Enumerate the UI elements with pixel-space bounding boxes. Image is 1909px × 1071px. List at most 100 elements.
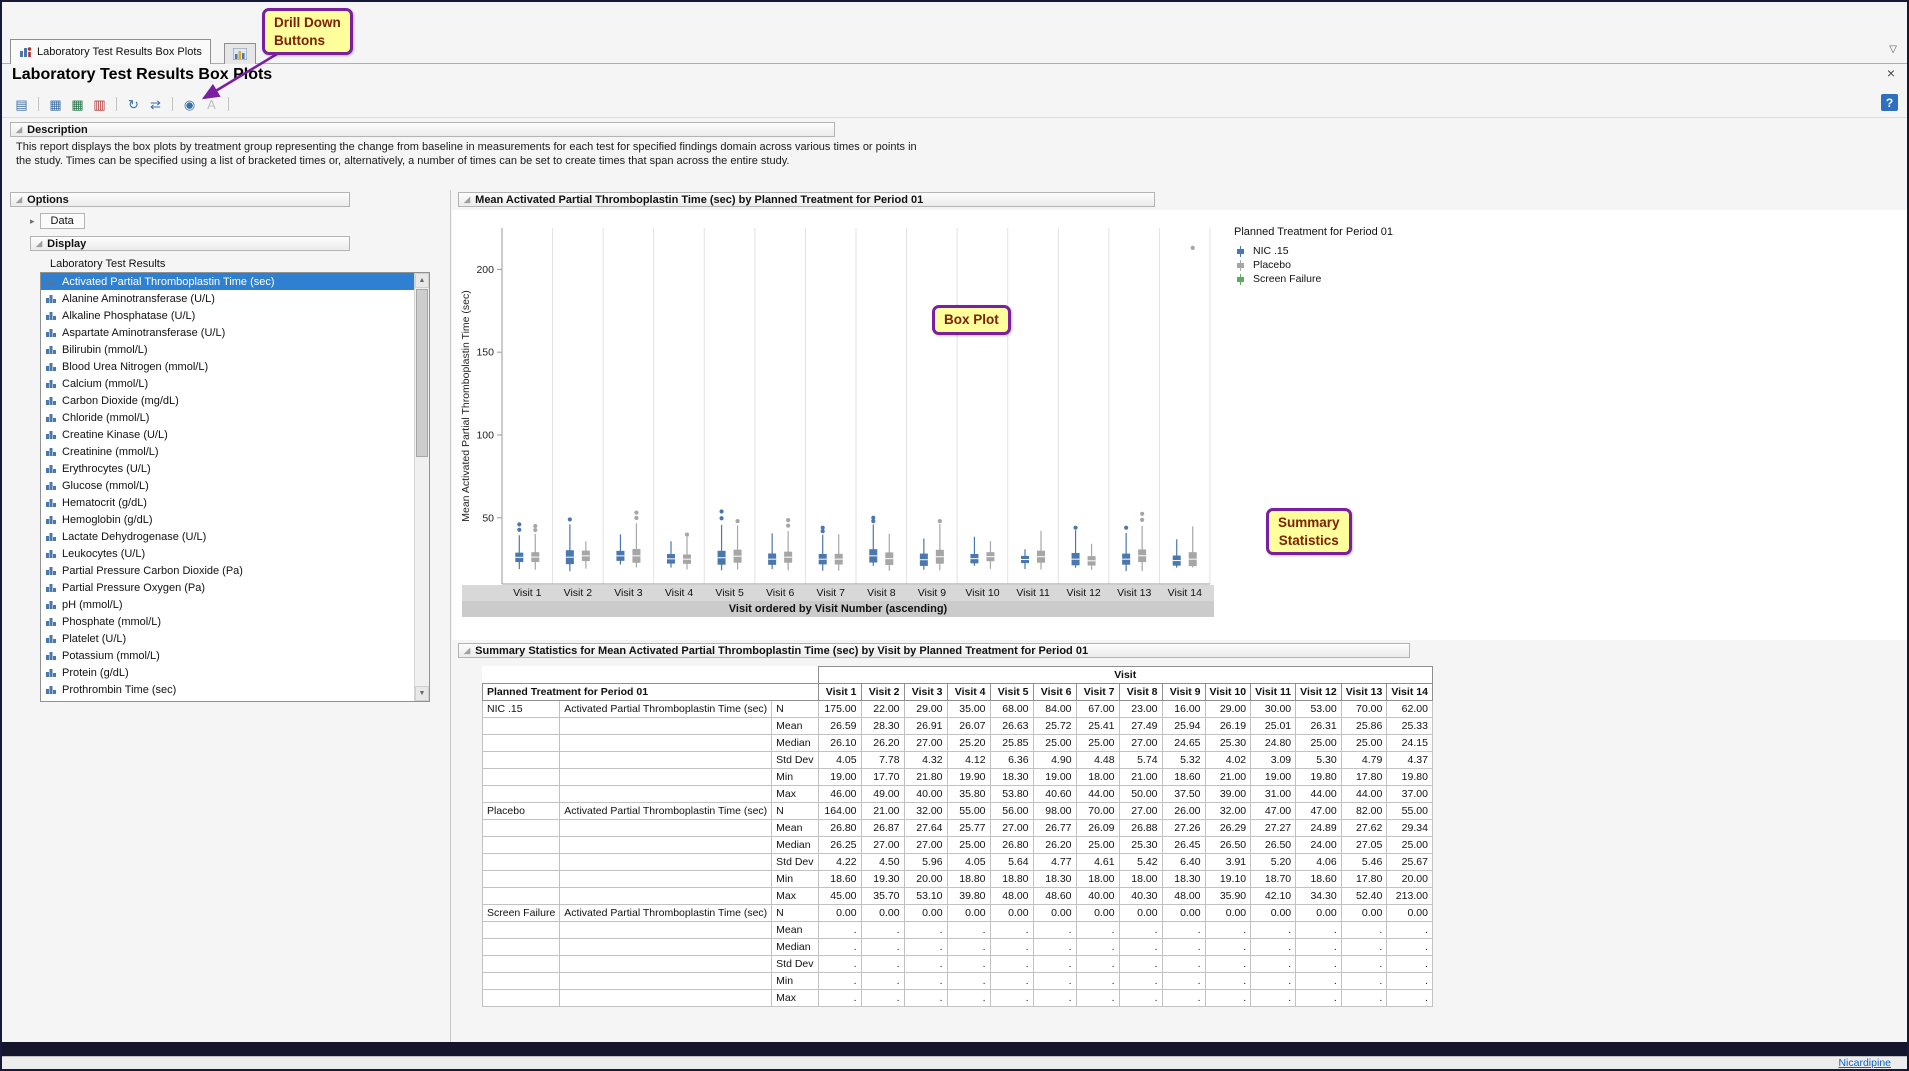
help-button[interactable]: ? — [1881, 94, 1898, 111]
x-axis-tick-label: Visit 7 — [805, 587, 856, 599]
tab-overflow-icon[interactable]: ▽ — [1889, 44, 1897, 55]
collapse-triangle-icon[interactable]: ◢ — [16, 126, 22, 134]
list-item-lab-test[interactable]: Blood Urea Nitrogen (mmol/L) — [41, 358, 429, 375]
options-outline-header[interactable]: ◢ Options — [10, 192, 350, 207]
scroll-up-icon[interactable]: ▲ — [415, 273, 429, 288]
study-link[interactable]: Nicardipine — [1838, 1057, 1891, 1069]
list-item-lab-test[interactable]: Protein (g/dL) — [41, 664, 429, 681]
list-item-label: Alanine Aminotransferase (U/L) — [62, 293, 215, 305]
stat-value-cell: 5.20 — [1251, 854, 1296, 871]
close-icon[interactable]: × — [1887, 65, 1895, 81]
list-item-lab-test[interactable]: pH (mmol/L) — [41, 596, 429, 613]
export-pdf-button[interactable]: ▥ — [90, 95, 109, 113]
drill-down-button-2[interactable]: A — [202, 95, 221, 113]
stat-row: Mean26.8026.8727.6425.7727.0026.7726.092… — [483, 820, 1433, 837]
collapse-triangle-icon[interactable]: ◢ — [36, 240, 42, 248]
collapse-triangle-icon[interactable]: ◢ — [464, 196, 470, 204]
list-item-lab-test[interactable]: Carbon Dioxide (mg/dL) — [41, 392, 429, 409]
description-text-line1: This report displays the box plots by tr… — [16, 141, 917, 153]
list-item-lab-test[interactable]: Glucose (mmol/L) — [41, 477, 429, 494]
stat-value-cell: 55.00 — [1387, 803, 1433, 820]
stat-label-cell: Min — [772, 973, 818, 990]
visit-span-row: Visit — [483, 667, 1433, 684]
list-item-lab-test[interactable]: Partial Pressure Oxygen (Pa) — [41, 579, 429, 596]
bottom-dark-bar — [2, 1042, 1907, 1056]
x-axis-tick-label: Visit 6 — [755, 587, 806, 599]
stat-value-cell: 46.00 — [818, 786, 861, 803]
collapse-triangle-icon[interactable]: ◢ — [464, 647, 470, 655]
test-cell: Activated Partial Thromboplastin Time (s… — [560, 701, 772, 718]
export-excel-button[interactable]: ▦ — [68, 95, 87, 113]
chart-outline-header[interactable]: ◢ Mean Activated Partial Thromboplastin … — [458, 192, 1155, 207]
stat-value-cell: 18.30 — [990, 769, 1033, 786]
list-item-lab-test[interactable]: Prothrombin Time (sec) — [41, 681, 429, 698]
spacer-cell — [483, 667, 819, 684]
tab-chart[interactable] — [224, 43, 256, 64]
stat-value-cell: 18.30 — [1162, 871, 1205, 888]
list-item-lab-test[interactable]: Lactate Dehydrogenase (U/L) — [41, 528, 429, 545]
toolbar-divider — [2, 117, 1907, 118]
list-item-lab-test[interactable]: Creatinine (mmol/L) — [41, 443, 429, 460]
drill-down-button-1[interactable]: ◉ — [180, 95, 199, 113]
list-item-lab-test[interactable]: Aspartate Aminotransferase (U/L) — [41, 324, 429, 341]
stat-value-cell: . — [1387, 956, 1433, 973]
lab-test-listbox[interactable]: Activated Partial Thromboplastin Time (s… — [40, 272, 430, 702]
stat-value-cell: 32.00 — [1205, 803, 1251, 820]
list-item-lab-test[interactable]: Hematocrit (g/dL) — [41, 494, 429, 511]
stat-value-cell: 25.30 — [1205, 735, 1251, 752]
export-table-button[interactable]: ▦ — [46, 95, 65, 113]
stat-value-cell: . — [904, 973, 947, 990]
stat-value-cell: 26.20 — [1033, 837, 1076, 854]
legend-entry[interactable]: Screen Failure — [1234, 272, 1393, 286]
rerun-button[interactable]: ⇄ — [146, 95, 165, 113]
stat-value-cell: 22.00 — [861, 701, 904, 718]
list-item-lab-test[interactable]: Activated Partial Thromboplastin Time (s… — [41, 273, 429, 290]
scrollbar-thumb[interactable] — [416, 289, 428, 457]
list-item-lab-test[interactable]: Alanine Aminotransferase (U/L) — [41, 290, 429, 307]
list-item-lab-test[interactable]: Erythrocytes (U/L) — [41, 460, 429, 477]
stat-value-cell: . — [818, 939, 861, 956]
stat-value-cell: 0.00 — [818, 905, 861, 922]
list-item-lab-test[interactable]: Platelet (U/L) — [41, 630, 429, 647]
scroll-down-icon[interactable]: ▼ — [415, 686, 429, 701]
tab-lab-test-results[interactable]: Laboratory Test Results Box Plots — [10, 39, 211, 64]
stat-value-cell: 25.00 — [1033, 735, 1076, 752]
data-section-row[interactable]: ▸ Data — [30, 213, 85, 229]
distribution-icon — [45, 344, 57, 355]
list-item-lab-test[interactable]: Hemoglobin (g/dL) — [41, 511, 429, 528]
stat-value-cell: . — [1162, 939, 1205, 956]
callout-text: Buttons — [274, 32, 341, 50]
list-item-lab-test[interactable]: Leukocytes (U/L) — [41, 545, 429, 562]
list-item-lab-test[interactable]: Potassium (mmol/L) — [41, 647, 429, 664]
stat-value-cell: 4.05 — [818, 752, 861, 769]
list-item-lab-test[interactable]: Phosphate (mmol/L) — [41, 613, 429, 630]
stat-row: Std Dev4.224.505.964.055.644.774.615.426… — [483, 854, 1433, 871]
list-scrollbar[interactable]: ▲ ▼ — [414, 273, 429, 701]
list-item-lab-test[interactable]: Creatine Kinase (U/L) — [41, 426, 429, 443]
open-report-button-icon: ▤ — [15, 98, 27, 111]
stat-value-cell: 27.26 — [1162, 820, 1205, 837]
summary-outline-header[interactable]: ◢ Summary Statistics for Mean Activated … — [458, 643, 1410, 658]
collapse-triangle-icon[interactable]: ◢ — [16, 196, 22, 204]
stat-value-cell: 25.00 — [1341, 735, 1387, 752]
legend-entry[interactable]: Placebo — [1234, 258, 1393, 272]
data-section-label[interactable]: Data — [40, 213, 85, 229]
refresh-button[interactable]: ↻ — [124, 95, 143, 113]
list-item-lab-test[interactable]: Partial Pressure Carbon Dioxide (Pa) — [41, 562, 429, 579]
stat-value-cell: 5.74 — [1119, 752, 1162, 769]
distribution-icon — [45, 378, 57, 389]
open-report-button[interactable]: ▤ — [12, 95, 31, 113]
list-item-lab-test[interactable]: Chloride (mmol/L) — [41, 409, 429, 426]
list-item-lab-test[interactable]: Bilirubin (mmol/L) — [41, 341, 429, 358]
description-outline-header[interactable]: ◢ Description — [10, 122, 835, 137]
stat-value-cell: 35.90 — [1205, 888, 1251, 905]
stat-value-cell: 26.63 — [990, 718, 1033, 735]
list-item-lab-test[interactable]: Calcium (mmol/L) — [41, 375, 429, 392]
legend-entry[interactable]: NIC .15 — [1234, 244, 1393, 258]
list-item-lab-test[interactable]: Alkaline Phosphatase (U/L) — [41, 307, 429, 324]
expand-triangle-icon[interactable]: ▸ — [30, 217, 35, 226]
stat-value-cell: . — [861, 973, 904, 990]
display-outline-header[interactable]: ◢ Display — [30, 236, 350, 251]
treatment-cell — [483, 786, 560, 803]
boxplot-canvas[interactable]: 50100150200Mean Activated Partial Thromb… — [458, 218, 1218, 590]
